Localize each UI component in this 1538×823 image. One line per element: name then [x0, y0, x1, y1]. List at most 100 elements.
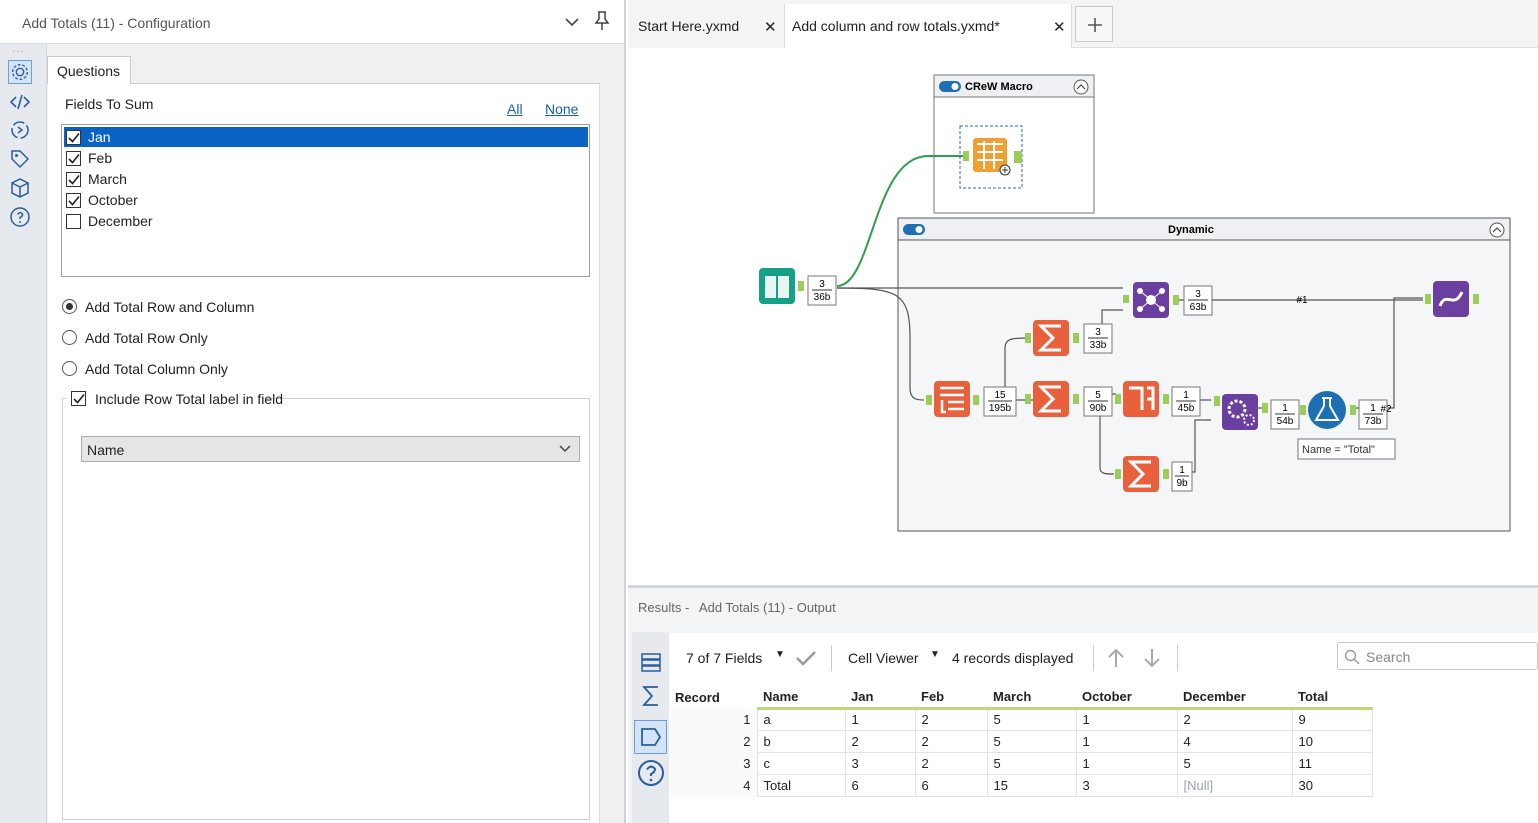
- radio-total-row-only[interactable]: [62, 330, 77, 345]
- column-header-march[interactable]: March: [987, 687, 1076, 710]
- metadata-icon[interactable]: [639, 684, 663, 708]
- column-header-record[interactable]: Record: [669, 687, 757, 708]
- new-tab-button[interactable]: [1075, 6, 1113, 42]
- field-checkbox[interactable]: [66, 151, 81, 166]
- cross-tab-tool[interactable]: [1123, 381, 1159, 417]
- cell[interactable]: 1: [1075, 729, 1178, 753]
- field-checkbox[interactable]: [66, 130, 81, 145]
- search-input[interactable]: Search: [1337, 642, 1538, 670]
- cell[interactable]: 5: [986, 751, 1077, 775]
- tab-add-column-and-row-totals[interactable]: Add column and row totals.yxmd* ✕: [784, 4, 1072, 48]
- results-table: Record Name Jan Feb March October Decemb…: [669, 687, 1373, 797]
- chevron-down-icon[interactable]: [562, 12, 582, 32]
- column-header-total[interactable]: Total: [1292, 687, 1372, 710]
- workflow-canvas[interactable]: CReW Macro Dynamic 3 36b 3 63b 3 33b 15 …: [628, 48, 1538, 584]
- radio-total-column-only[interactable]: [62, 361, 77, 376]
- gear-icon[interactable]: [8, 60, 32, 84]
- badge-count: 15: [994, 390, 1006, 401]
- tab-questions[interactable]: Questions: [47, 56, 131, 84]
- cell[interactable]: 11: [1291, 751, 1373, 775]
- field-item-december[interactable]: December: [64, 211, 588, 231]
- cell[interactable]: 2: [1176, 707, 1293, 731]
- cell[interactable]: 6: [914, 773, 988, 797]
- cell[interactable]: 2: [914, 729, 988, 753]
- null-cell[interactable]: [Null]: [1176, 773, 1293, 797]
- cell[interactable]: 1: [844, 707, 916, 731]
- column-header-december[interactable]: December: [1177, 687, 1292, 710]
- close-icon[interactable]: ✕: [764, 18, 777, 36]
- cell[interactable]: 1: [1075, 707, 1178, 731]
- cell[interactable]: 10: [1291, 729, 1373, 753]
- column-header-name[interactable]: Name: [757, 687, 845, 710]
- include-label-checkbox[interactable]: [71, 391, 86, 406]
- cell[interactable]: 5: [986, 729, 1077, 753]
- arrow-down-icon[interactable]: [1142, 647, 1162, 669]
- dynamic-container[interactable]: Dynamic: [897, 217, 1511, 532]
- radio-total-row-and-column[interactable]: [62, 299, 77, 314]
- cell[interactable]: 2: [914, 751, 988, 775]
- field-checkbox[interactable]: [66, 172, 81, 187]
- help-icon[interactable]: [8, 205, 32, 229]
- field-item-october[interactable]: October: [64, 190, 588, 210]
- caret-down-icon[interactable]: ▼: [775, 649, 785, 660]
- summarize-tool-low[interactable]: [1123, 456, 1159, 492]
- table-row[interactable]: 2 b 2 2 5 1 4 10: [669, 729, 1373, 753]
- input-data-tool[interactable]: [759, 268, 804, 304]
- table-view-icon[interactable]: [639, 650, 663, 674]
- tab-start-here[interactable]: Start Here.yxmd ✕: [628, 4, 784, 48]
- field-item-jan[interactable]: Jan: [64, 127, 588, 147]
- help-icon[interactable]: [637, 759, 665, 787]
- check-icon[interactable]: [795, 649, 817, 667]
- caret-down-icon[interactable]: ▼: [930, 649, 940, 660]
- column-header-october[interactable]: October: [1076, 687, 1177, 710]
- field-item-feb[interactable]: Feb: [64, 148, 588, 168]
- cell[interactable]: 5: [1176, 751, 1293, 775]
- arrow-up-icon[interactable]: [1106, 647, 1126, 669]
- column-header-jan[interactable]: Jan: [845, 687, 915, 710]
- cell[interactable]: c: [756, 751, 846, 775]
- cell[interactable]: 4: [1176, 729, 1293, 753]
- table-row[interactable]: 3 c 3 2 5 1 5 11: [669, 751, 1373, 775]
- append-fields-tool[interactable]: [1222, 394, 1258, 430]
- cell[interactable]: a: [756, 707, 846, 731]
- cell[interactable]: Total: [756, 773, 846, 797]
- badge-sum-mid: 5 90b: [1083, 386, 1113, 417]
- label-field-select[interactable]: Name: [81, 436, 580, 462]
- formula-tool[interactable]: [1308, 391, 1346, 429]
- transpose-tool[interactable]: [934, 381, 970, 417]
- cell[interactable]: 2: [914, 707, 988, 731]
- table-row[interactable]: 4 Total 6 6 15 3 [Null] 30: [669, 773, 1373, 797]
- summarize-tool-mid[interactable]: [1033, 381, 1069, 417]
- pin-icon[interactable]: [592, 10, 612, 32]
- summarize-tool-top[interactable]: [1033, 320, 1069, 356]
- cell-viewer-dropdown[interactable]: Cell Viewer: [848, 650, 919, 666]
- search-icon: [1344, 649, 1360, 665]
- cell[interactable]: 15: [986, 773, 1077, 797]
- cell[interactable]: 5: [986, 707, 1077, 731]
- code-icon[interactable]: [8, 90, 32, 114]
- table-row[interactable]: 1 a 1 2 5 1 2 9: [669, 707, 1373, 731]
- cell[interactable]: 30: [1291, 773, 1373, 797]
- crew-macro-container[interactable]: CReW Macro: [933, 74, 1095, 214]
- cell[interactable]: 9: [1291, 707, 1373, 731]
- tab-label: Start Here.yxmd: [638, 18, 740, 34]
- fields-selector[interactable]: 7 of 7 Fields: [686, 650, 762, 666]
- data-view-button[interactable]: [634, 720, 667, 754]
- select-none-link[interactable]: None: [545, 101, 578, 117]
- close-icon[interactable]: ✕: [1053, 18, 1066, 36]
- select-all-link[interactable]: All: [507, 101, 523, 117]
- cube-icon[interactable]: [8, 176, 32, 200]
- cell[interactable]: 2: [844, 729, 916, 753]
- tag-icon[interactable]: [8, 147, 32, 171]
- cell[interactable]: b: [756, 729, 846, 753]
- join-multiple-tool[interactable]: [1133, 282, 1169, 318]
- column-header-feb[interactable]: Feb: [915, 687, 987, 710]
- field-checkbox[interactable]: [66, 193, 81, 208]
- field-item-march[interactable]: March: [64, 169, 588, 189]
- cell[interactable]: 1: [1075, 751, 1178, 775]
- cell[interactable]: 3: [844, 751, 916, 775]
- refresh-icon[interactable]: [8, 118, 32, 142]
- cell[interactable]: 3: [1075, 773, 1178, 797]
- field-checkbox[interactable]: [66, 214, 81, 229]
- cell[interactable]: 6: [844, 773, 916, 797]
